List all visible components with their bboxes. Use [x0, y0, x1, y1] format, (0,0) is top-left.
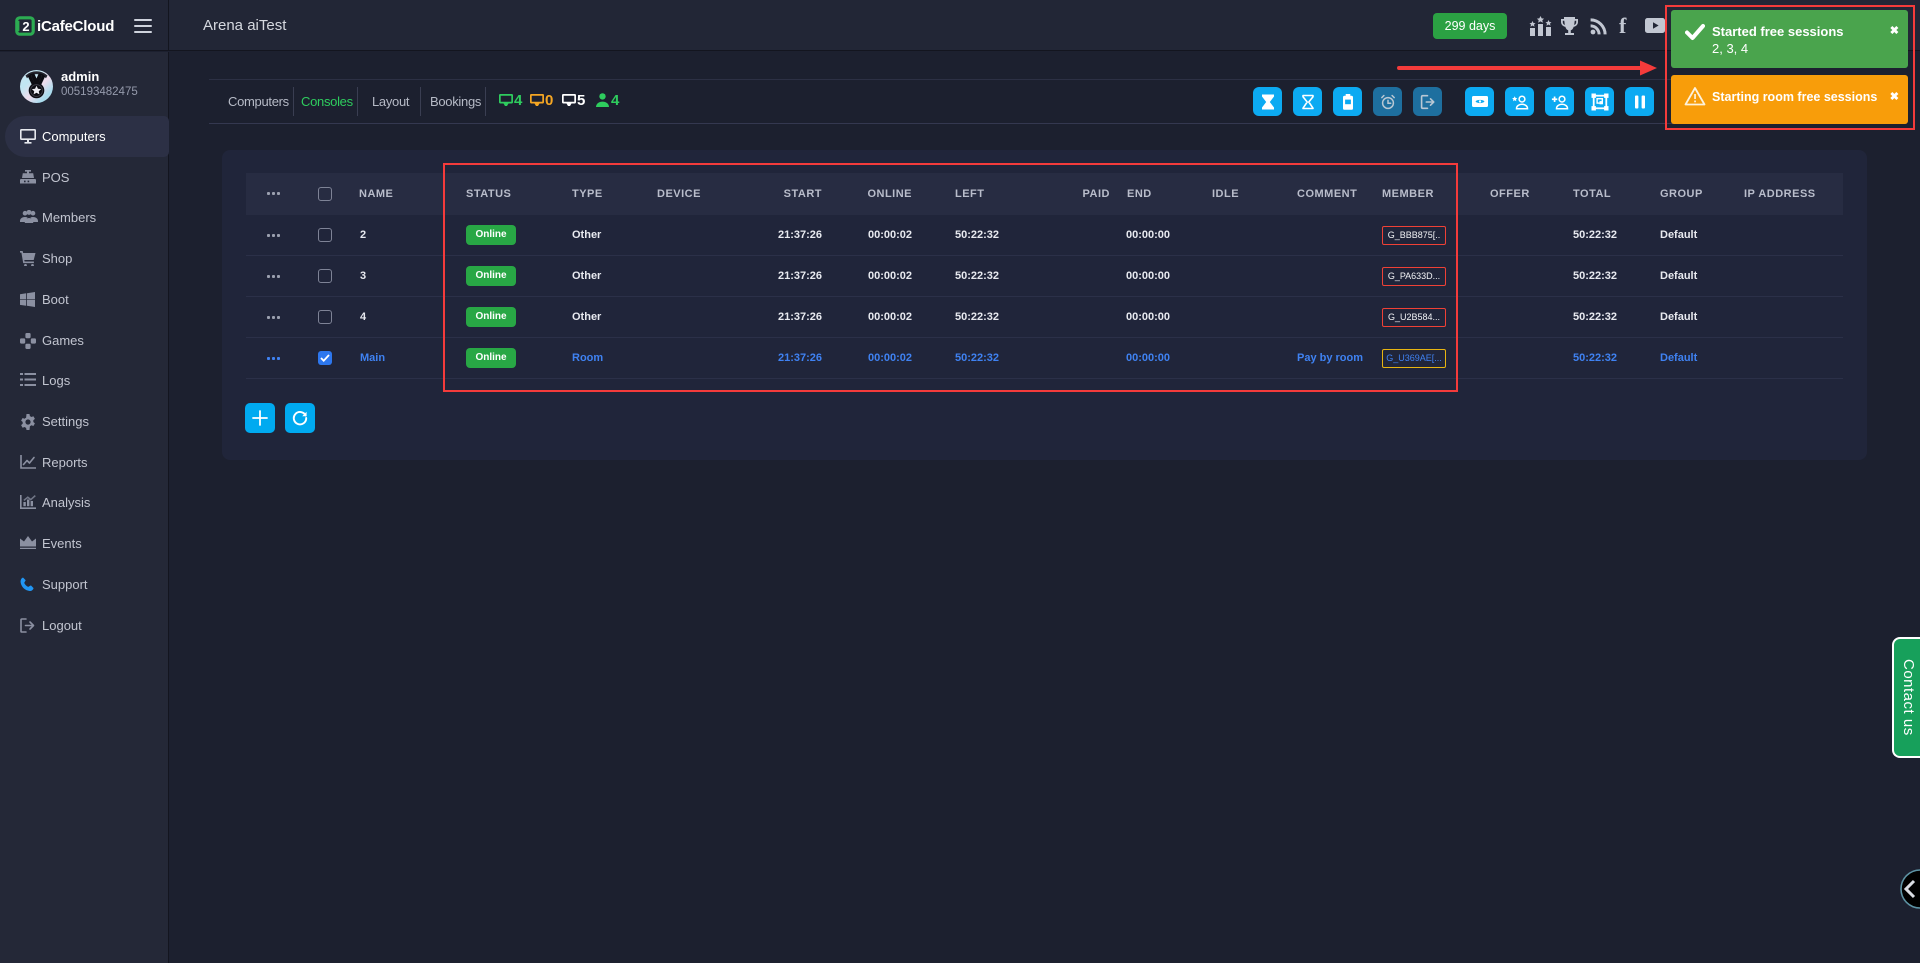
svg-text:2: 2 [22, 19, 29, 34]
